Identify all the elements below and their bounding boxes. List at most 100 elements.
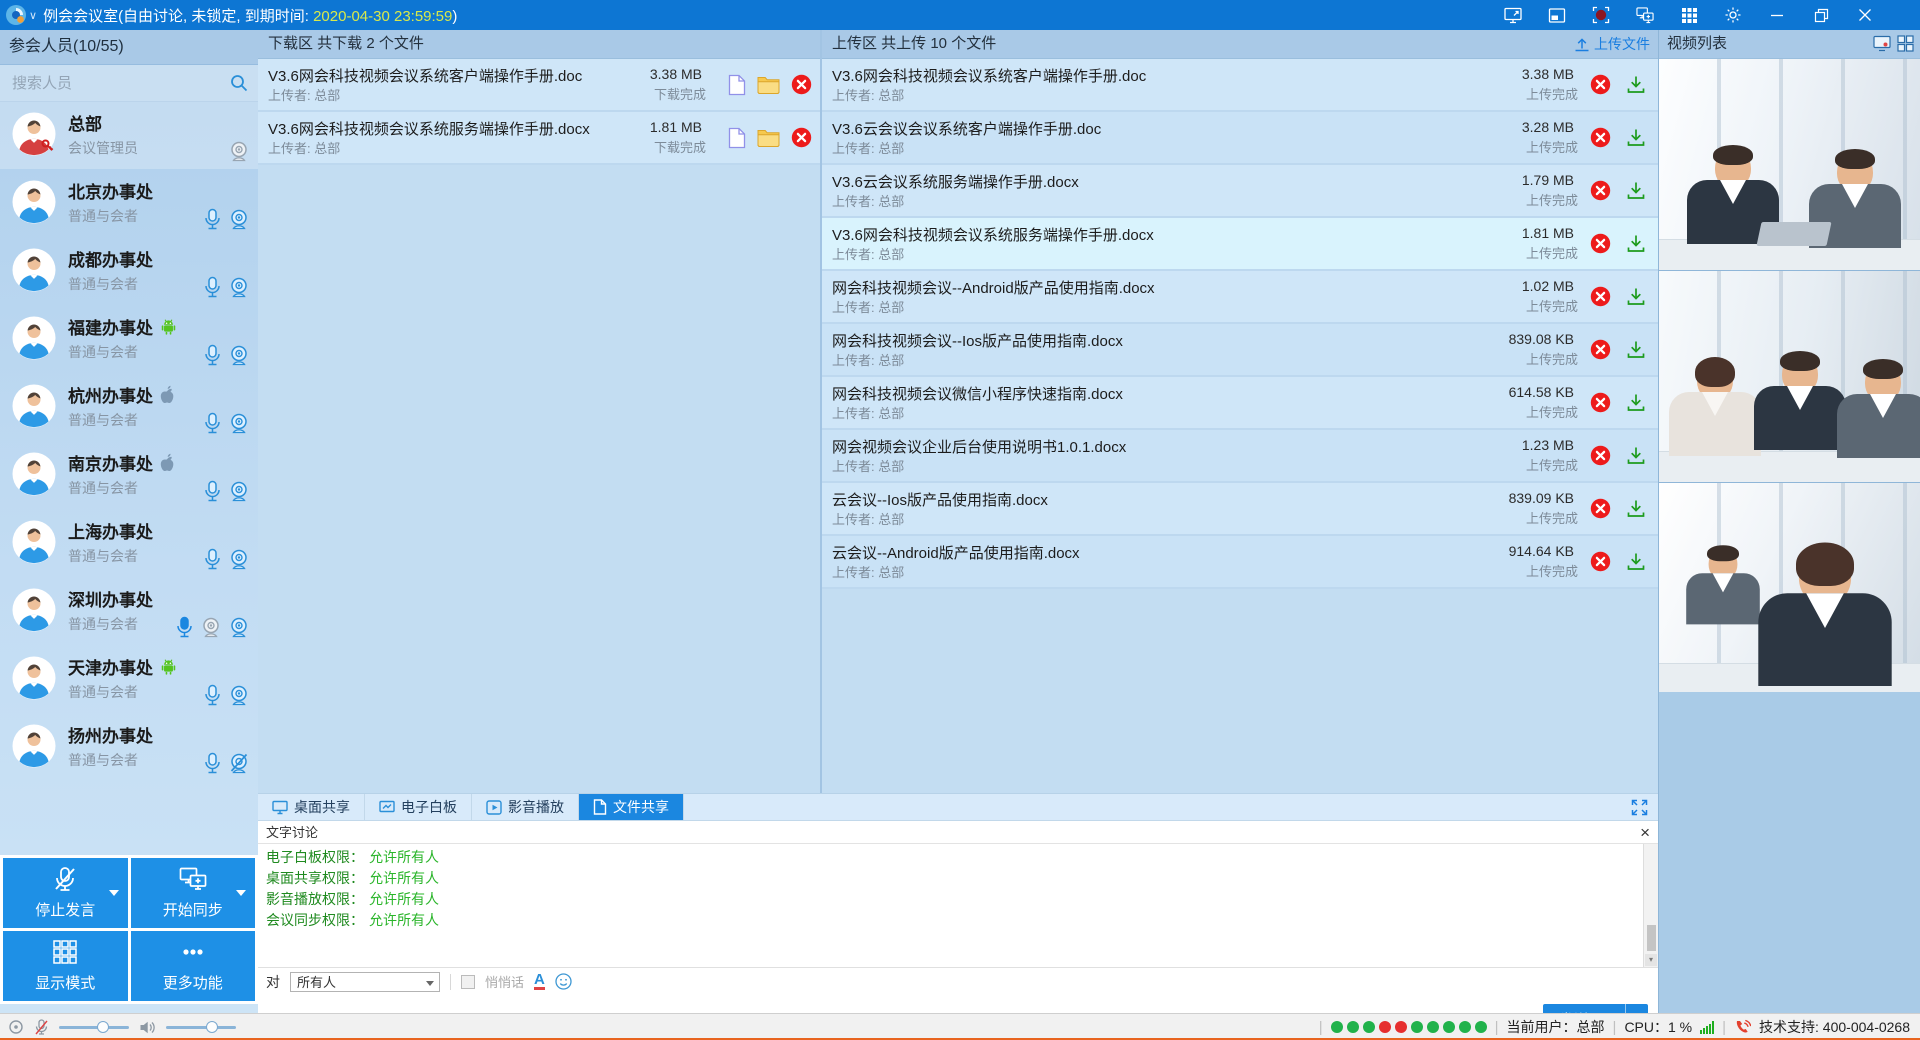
tab[interactable]: 文件共享 [579, 794, 684, 820]
document-icon[interactable] [728, 74, 746, 96]
upload-file-row[interactable]: 云会议--Ios版产品使用指南.docx 上传者: 总部 839.09 KB 上… [822, 483, 1658, 536]
tab[interactable]: 桌面共享 [258, 794, 365, 820]
delete-file-icon[interactable] [1590, 74, 1611, 95]
chat-scrollbar[interactable]: ▾ [1643, 844, 1658, 967]
delete-file-icon[interactable] [1590, 445, 1611, 466]
record-icon[interactable] [1592, 6, 1610, 24]
participant-row[interactable]: 福建办事处 普通与会者 [0, 305, 258, 373]
panel-window-icon[interactable] [1548, 6, 1566, 24]
open-folder-icon[interactable] [757, 75, 780, 94]
microphone-active-icon[interactable] [175, 616, 194, 638]
webcam-icon[interactable] [228, 616, 250, 638]
delete-file-icon[interactable] [1590, 127, 1611, 148]
webcam-icon[interactable] [228, 276, 250, 298]
microphone-muted-icon[interactable] [34, 1019, 49, 1036]
microphone-icon[interactable] [203, 684, 222, 706]
download-file-icon[interactable] [1626, 393, 1646, 412]
delete-file-icon[interactable] [1590, 286, 1611, 307]
participant-row[interactable]: 总部 会议管理员 [0, 101, 258, 169]
microphone-icon[interactable] [203, 480, 222, 502]
settings-gear-icon[interactable] [1724, 6, 1742, 24]
minimize-button[interactable] [1768, 6, 1786, 24]
download-file-icon[interactable] [1626, 75, 1646, 94]
nine-grid-icon[interactable] [1680, 6, 1698, 24]
video-thumbnail[interactable] [1659, 59, 1920, 271]
delete-file-icon[interactable] [1590, 339, 1611, 360]
download-file-row[interactable]: V3.6网会科技视频会议系统客户端操作手册.doc 上传者: 总部 3.38 M… [258, 59, 820, 112]
webcam-disabled-icon[interactable] [228, 140, 250, 162]
video-thumbnail[interactable] [1659, 271, 1920, 483]
upload-file-row[interactable]: V3.6云会议会议系统客户端操作手册.doc 上传者: 总部 3.28 MB 上… [822, 112, 1658, 165]
screen-share-icon[interactable] [1504, 6, 1522, 24]
open-folder-icon[interactable] [757, 128, 780, 147]
tab[interactable]: 电子白板 [365, 794, 472, 820]
delete-file-icon[interactable] [1590, 392, 1611, 413]
whisper-checkbox[interactable] [461, 975, 475, 989]
button-caret-icon[interactable] [109, 890, 119, 896]
delete-file-icon[interactable] [1590, 498, 1611, 519]
recipient-select[interactable]: 所有人 [290, 972, 440, 992]
microphone-icon[interactable] [203, 344, 222, 366]
delete-file-icon[interactable] [1590, 180, 1611, 201]
delete-file-icon[interactable] [1590, 551, 1611, 572]
sync-screens-icon[interactable] [1636, 6, 1654, 24]
speaker-volume-slider[interactable] [166, 1026, 236, 1029]
sidebar-action-button[interactable]: 显示模式 [3, 931, 128, 1001]
title-chevron-down-icon[interactable]: ∨ [29, 9, 37, 22]
download-file-row[interactable]: V3.6网会科技视频会议系统服务端操作手册.docx 上传者: 总部 1.81 … [258, 112, 820, 165]
delete-file-icon[interactable] [791, 74, 812, 95]
sidebar-action-button[interactable]: 停止发言 [3, 858, 128, 928]
upload-file-button[interactable]: 上传文件 [1574, 30, 1650, 58]
participant-row[interactable]: 天津办事处 普通与会者 [0, 645, 258, 713]
upload-file-row[interactable]: 网会科技视频会议微信小程序快速指南.docx 上传者: 总部 614.58 KB… [822, 377, 1658, 430]
delete-file-icon[interactable] [1590, 233, 1611, 254]
upload-file-row[interactable]: V3.6网会科技视频会议系统客户端操作手册.doc 上传者: 总部 3.38 M… [822, 59, 1658, 112]
upload-file-row[interactable]: 云会议--Android版产品使用指南.docx 上传者: 总部 914.64 … [822, 536, 1658, 589]
chat-close-icon[interactable]: × [1640, 821, 1650, 844]
webcam-icon[interactable] [228, 480, 250, 502]
download-file-icon[interactable] [1626, 181, 1646, 200]
emoticon-icon[interactable] [555, 973, 572, 990]
webcam-icon[interactable] [228, 344, 250, 366]
webcam-icon[interactable] [228, 684, 250, 706]
webcam-disabled-icon[interactable] [200, 616, 222, 638]
restore-button[interactable] [1812, 6, 1830, 24]
mic-volume-slider[interactable] [59, 1026, 129, 1029]
microphone-icon[interactable] [203, 208, 222, 230]
participant-row[interactable]: 扬州办事处 普通与会者 [0, 713, 258, 781]
search-icon[interactable] [230, 74, 248, 92]
participant-row[interactable]: 杭州办事处 普通与会者 [0, 373, 258, 441]
expand-fullscreen-icon[interactable] [1631, 799, 1648, 816]
close-button[interactable] [1856, 6, 1874, 24]
participant-row[interactable]: 深圳办事处 普通与会者 [0, 577, 258, 645]
chat-scrollbar-down-button[interactable]: ▾ [1645, 954, 1657, 966]
upload-file-row[interactable]: 网会视频会议企业后台使用说明书1.0.1.docx 上传者: 总部 1.23 M… [822, 430, 1658, 483]
tab[interactable]: 影音播放 [472, 794, 579, 820]
speaker-icon[interactable] [139, 1020, 156, 1035]
upload-file-row[interactable]: V3.6云会议系统服务端操作手册.docx 上传者: 总部 1.79 MB 上传… [822, 165, 1658, 218]
video-thumbnail[interactable] [1659, 483, 1920, 695]
download-file-icon[interactable] [1626, 552, 1646, 571]
download-file-icon[interactable] [1626, 446, 1646, 465]
download-file-icon[interactable] [1626, 128, 1646, 147]
sidebar-action-button[interactable]: 开始同步 [131, 858, 256, 928]
download-file-icon[interactable] [1626, 340, 1646, 359]
webcam-icon[interactable] [228, 548, 250, 570]
delete-file-icon[interactable] [791, 127, 812, 148]
participant-row[interactable]: 北京办事处 普通与会者 [0, 169, 258, 237]
upload-file-row[interactable]: 网会科技视频会议--Android版产品使用指南.docx 上传者: 总部 1.… [822, 271, 1658, 324]
participant-row[interactable]: 南京办事处 普通与会者 [0, 441, 258, 509]
webcam-icon[interactable] [228, 412, 250, 434]
participant-row[interactable]: 成都办事处 普通与会者 [0, 237, 258, 305]
document-icon[interactable] [728, 127, 746, 149]
microphone-icon[interactable] [203, 412, 222, 434]
font-style-icon[interactable]: A [534, 973, 545, 990]
participant-row[interactable]: 上海办事处 普通与会者 [0, 509, 258, 577]
download-file-icon[interactable] [1626, 499, 1646, 518]
button-caret-icon[interactable] [236, 890, 246, 896]
upload-file-row[interactable]: V3.6网会科技视频会议系统服务端操作手册.docx 上传者: 总部 1.81 … [822, 218, 1658, 271]
microphone-icon[interactable] [203, 276, 222, 298]
chat-scrollbar-thumb[interactable] [1647, 925, 1656, 951]
download-file-icon[interactable] [1626, 287, 1646, 306]
search-input[interactable] [0, 65, 258, 101]
